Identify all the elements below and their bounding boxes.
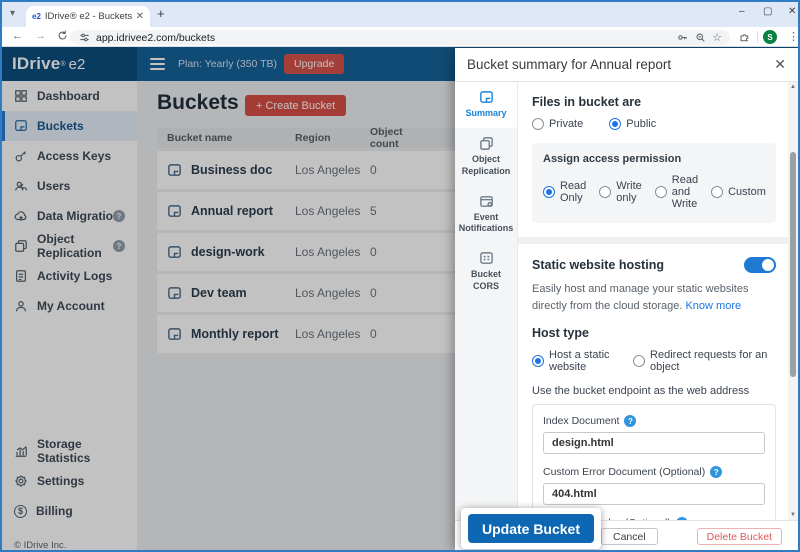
custom-error-label: Custom Error Document (Optional)?	[543, 466, 765, 479]
site-settings-icon[interactable]	[78, 32, 90, 44]
password-key-icon[interactable]	[676, 32, 688, 44]
close-window-button[interactable]: ✕	[788, 6, 796, 17]
panel-scrollbar[interactable]: ▲ ▼	[788, 82, 798, 520]
panel-tabs: Summary Object Replication Event Notific…	[455, 82, 518, 520]
section-divider	[518, 237, 788, 244]
radio-read-only[interactable]: Read Only	[543, 180, 586, 204]
radio-icon-selected[interactable]	[532, 355, 544, 368]
files-radio-group: Private Public	[532, 118, 776, 130]
browser-tab[interactable]: e2 IDrive® e2 - Buckets ✕	[26, 6, 150, 27]
radio-icon[interactable]	[599, 186, 612, 198]
profile-avatar[interactable]: S	[763, 30, 777, 44]
bucket-icon	[479, 91, 493, 103]
radio-redirect-requests[interactable]: Redirect requests for an object	[633, 349, 776, 373]
browser-menu-icon[interactable]: ⋮	[788, 30, 798, 43]
update-bucket-highlight-card: Update Bucket	[461, 508, 601, 549]
hosting-heading: Static website hosting	[532, 258, 664, 272]
reload-icon[interactable]	[57, 30, 68, 44]
radio-public[interactable]: Public	[609, 118, 656, 130]
host-type-heading: Host type	[532, 326, 589, 341]
extensions-icon[interactable]	[739, 31, 751, 49]
tab-search-icon[interactable]: ▾	[10, 8, 15, 19]
new-tab-button[interactable]: +	[157, 6, 165, 21]
radio-custom[interactable]: Custom	[711, 186, 766, 198]
radio-read-and-write[interactable]: Read and Write	[654, 174, 698, 210]
back-icon[interactable]: ←	[12, 30, 23, 42]
zoom-icon[interactable]	[694, 32, 706, 44]
toolbar-divider	[757, 31, 758, 43]
browser-chrome: ▾ e2 IDrive® e2 - Buckets ✕ + – ▢ ✕ ← → …	[2, 2, 798, 47]
radio-private[interactable]: Private	[532, 118, 583, 130]
bookmark-star-icon[interactable]: ☆	[712, 31, 722, 44]
cancel-button[interactable]: Cancel	[601, 528, 658, 545]
help-icon[interactable]: ?	[710, 466, 723, 479]
maximize-button[interactable]: ▢	[763, 6, 772, 17]
index-document-input[interactable]	[543, 432, 765, 455]
minimize-button[interactable]: –	[739, 6, 745, 17]
access-radio-group: Read Only Write only Read and Write Cust…	[543, 174, 766, 210]
radio-icon[interactable]	[711, 186, 724, 198]
forward-icon[interactable]: →	[35, 30, 46, 42]
window-alert-icon	[479, 195, 493, 207]
radio-icon[interactable]	[654, 186, 667, 198]
tab-summary[interactable]: Summary	[455, 82, 517, 129]
tab-close-icon[interactable]: ✕	[136, 11, 144, 22]
scroll-up-icon[interactable]: ▲	[788, 84, 798, 90]
tab-event-notifications[interactable]: Event Notifications	[455, 186, 517, 244]
address-bar[interactable]: app.idrivee2.com/buckets ☆	[70, 30, 730, 45]
radio-icon[interactable]	[633, 355, 646, 368]
browser-toolbar: ← → app.idrivee2.com/buckets ☆ S ⋮	[2, 27, 798, 47]
bucket-summary-panel: Bucket summary for Annual report ✕ Summa…	[455, 48, 798, 550]
tab-title: IDrive® e2 - Buckets	[44, 11, 132, 22]
browser-window: ▾ e2 IDrive® e2 - Buckets ✕ + – ▢ ✕ ← → …	[0, 0, 800, 552]
files-heading: Files in bucket are	[532, 95, 642, 109]
bucket-cors-icon	[479, 252, 493, 265]
panel-title: Bucket summary for Annual report	[467, 57, 672, 72]
panel-content: Files in bucket are Private Public Assig…	[518, 82, 788, 520]
radio-icon-selected[interactable]	[609, 118, 622, 130]
hosting-toggle[interactable]	[744, 257, 776, 273]
radio-write-only[interactable]: Write only	[599, 180, 642, 204]
hosting-description: Easily host and manage your static websi…	[532, 283, 749, 313]
radio-host-static-website[interactable]: Host a static website	[532, 349, 633, 373]
index-document-label: Index Document?	[543, 415, 765, 428]
help-icon[interactable]: ?	[624, 415, 637, 428]
copy-icon	[479, 137, 493, 151]
know-more-link[interactable]: Know more	[685, 300, 741, 312]
host-type-radio-group: Host a static website Redirect requests …	[532, 349, 776, 373]
endpoint-note: Use the bucket endpoint as the web addre…	[532, 385, 750, 398]
access-permission-box: Assign access permission Read Only Write…	[532, 143, 776, 223]
panel-header: Bucket summary for Annual report ✕	[455, 48, 798, 82]
update-bucket-button[interactable]: Update Bucket	[468, 514, 594, 543]
close-icon[interactable]: ✕	[774, 56, 786, 73]
tab-bucket-cors[interactable]: Bucket CORS	[455, 243, 517, 301]
scrollbar-thumb[interactable]	[790, 152, 796, 377]
custom-error-input[interactable]	[543, 483, 765, 506]
scroll-down-icon[interactable]: ▼	[788, 512, 798, 518]
tab-object-replication[interactable]: Object Replication	[455, 128, 517, 186]
tab-strip: ▾ e2 IDrive® e2 - Buckets ✕ + – ▢ ✕	[2, 2, 798, 27]
url-text[interactable]: app.idrivee2.com/buckets	[96, 32, 670, 44]
delete-bucket-button[interactable]: Delete Bucket	[696, 528, 782, 545]
access-heading: Assign access permission	[543, 153, 682, 165]
radio-icon[interactable]	[532, 118, 544, 130]
radio-icon-selected[interactable]	[543, 186, 555, 198]
site-favicon: e2	[32, 12, 41, 21]
website-fields-card: Index Document? Custom Error Document (O…	[532, 404, 776, 520]
